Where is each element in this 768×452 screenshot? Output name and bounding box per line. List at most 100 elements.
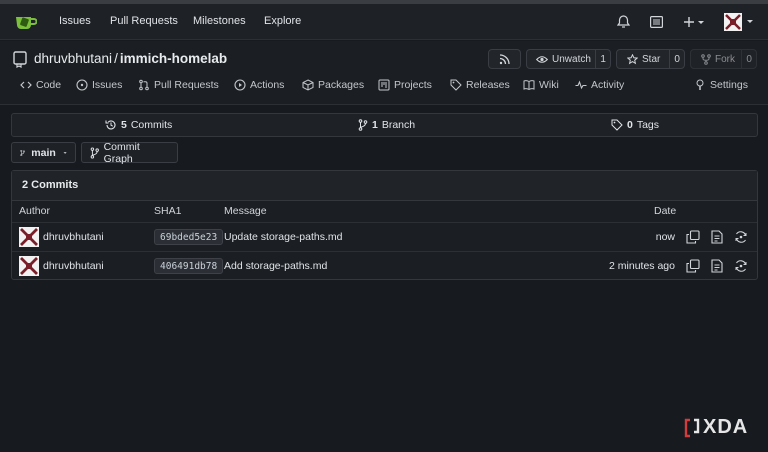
tab-actions[interactable]: Actions	[234, 79, 284, 91]
xda-logo-icon	[684, 418, 700, 437]
pull-request-icon	[139, 79, 149, 91]
author-avatar[interactable]	[19, 256, 39, 276]
cherry-pick-icon[interactable]	[734, 259, 748, 273]
tab-projects-label: Projects	[394, 79, 432, 91]
commit-row: dhruvbhutani 406491db78 Add storage-path…	[12, 251, 757, 280]
tab-pull-requests[interactable]: Pull Requests	[138, 79, 219, 91]
branch-name: main	[31, 146, 56, 159]
repo-name-link[interactable]: immich-homelab	[120, 51, 227, 66]
commits-panel-header: 2 Commits	[12, 171, 757, 201]
tools-icon	[696, 79, 704, 90]
branch-icon	[358, 119, 368, 131]
repo-separator: /	[114, 51, 118, 66]
browse-files-icon[interactable]	[710, 230, 724, 244]
author-name-link[interactable]: dhruvbhutani	[43, 260, 104, 272]
fork-button[interactable]: Fork 0	[690, 49, 757, 69]
tab-settings[interactable]: Settings	[694, 79, 748, 91]
tab-wiki[interactable]: Wiki	[523, 79, 559, 91]
watch-label: Unwatch	[552, 53, 591, 65]
column-message: Message	[224, 205, 267, 217]
cherry-pick-icon[interactable]	[734, 230, 748, 244]
column-author: Author	[19, 205, 50, 217]
star-label: Star	[642, 53, 661, 65]
commits-label: Commits	[130, 119, 173, 131]
star-toggle[interactable]: Star	[617, 53, 669, 65]
tab-projects[interactable]: Projects	[378, 79, 432, 91]
tab-settings-label: Settings	[710, 79, 748, 91]
tab-packages[interactable]: Packages	[302, 79, 364, 91]
star-count[interactable]: 0	[669, 50, 684, 68]
tab-releases-label: Releases	[466, 79, 510, 91]
star-button[interactable]: Star 0	[616, 49, 685, 69]
commits-panel: 2 Commits Author SHA1 Message Date dhruv…	[11, 170, 758, 280]
author-avatar[interactable]	[19, 227, 39, 247]
branch-label: Branch	[381, 119, 416, 131]
commits-summary-link[interactable]: 5 Commits	[105, 119, 172, 131]
tab-wiki-label: Wiki	[539, 79, 559, 91]
watch-count[interactable]: 1	[595, 50, 610, 68]
watch-toggle[interactable]: Unwatch	[527, 54, 595, 65]
tab-issues[interactable]: Issues	[76, 79, 122, 91]
tab-activity-label: Activity	[591, 79, 625, 91]
rss-icon	[499, 53, 510, 64]
package-icon	[302, 79, 314, 91]
rss-feed-button[interactable]	[488, 49, 521, 69]
watch-button[interactable]: Unwatch 1	[526, 49, 611, 69]
commit-message-link[interactable]: Update storage-paths.md	[224, 231, 342, 243]
commit-sha-link[interactable]: 69bded5e23	[154, 229, 224, 245]
git-graph-icon	[90, 146, 99, 159]
tab-code[interactable]: Code	[20, 79, 61, 91]
bell-icon[interactable]	[617, 12, 630, 32]
copy-sha-icon[interactable]	[686, 259, 700, 273]
column-sha: SHA1	[154, 205, 182, 217]
branch-summary-link[interactable]: 1 Branch	[358, 119, 415, 131]
play-icon	[234, 79, 246, 91]
gitea-logo-icon[interactable]	[15, 13, 38, 31]
commits-title: 2 Commits	[22, 179, 79, 191]
commit-date: now	[655, 231, 675, 243]
xda-watermark: XDA	[684, 416, 748, 439]
star-icon	[627, 53, 638, 64]
commit-message-link[interactable]: Add storage-paths.md	[224, 260, 327, 272]
tab-actions-label: Actions	[250, 79, 285, 91]
watermark-text: XDA	[703, 416, 749, 438]
chevron-down-icon	[63, 151, 67, 154]
tab-pull-requests-label: Pull Requests	[154, 79, 219, 91]
tab-activity[interactable]: Activity	[575, 79, 624, 91]
tags-label: Tags	[636, 119, 660, 131]
repo-summary-bar: 5 Commits 1 Branch 0 Tags	[11, 113, 758, 137]
commit-row: dhruvbhutani 69bded5e23 Update storage-p…	[12, 222, 757, 251]
author-name-link[interactable]: dhruvbhutani	[43, 231, 104, 243]
fork-label: Fork	[715, 53, 735, 65]
column-date: Date	[654, 205, 677, 217]
nav-milestones[interactable]: Milestones	[193, 15, 246, 27]
commit-graph-button[interactable]: Commit Graph	[81, 141, 178, 165]
branch-icon	[20, 149, 25, 156]
tab-releases[interactable]: Releases	[450, 79, 510, 91]
commit-sha-link[interactable]: 406491db78	[154, 258, 224, 274]
branch-selector[interactable]: main	[11, 142, 76, 163]
commits-count: 5	[121, 119, 127, 131]
tab-packages-label: Packages	[318, 79, 365, 91]
user-menu-avatar[interactable]	[724, 12, 754, 32]
repo-owner-link[interactable]: dhruvbhutani	[34, 51, 112, 66]
dashboard-icon[interactable]	[650, 12, 663, 32]
tag-icon	[450, 79, 462, 91]
nav-pull-requests[interactable]: Pull Requests	[110, 15, 178, 27]
issue-icon	[76, 79, 88, 91]
tags-summary-link[interactable]: 0 Tags	[611, 119, 659, 131]
nav-issues[interactable]: Issues	[59, 15, 91, 27]
fork-count[interactable]: 0	[741, 50, 756, 68]
branch-count: 1	[372, 119, 378, 131]
history-icon	[105, 120, 116, 130]
tags-count: 0	[627, 119, 633, 131]
nav-explore[interactable]: Explore	[264, 15, 301, 27]
browse-files-icon[interactable]	[710, 259, 724, 273]
repo-icon	[13, 51, 27, 71]
fork-toggle[interactable]: Fork	[691, 54, 741, 65]
top-navbar: Issues Pull Requests Milestones Explore	[0, 4, 768, 40]
tab-code-label: Code	[36, 79, 62, 91]
create-new-menu[interactable]	[684, 12, 704, 32]
copy-sha-icon[interactable]	[686, 230, 700, 244]
commit-date: 2 minutes ago	[609, 260, 675, 272]
